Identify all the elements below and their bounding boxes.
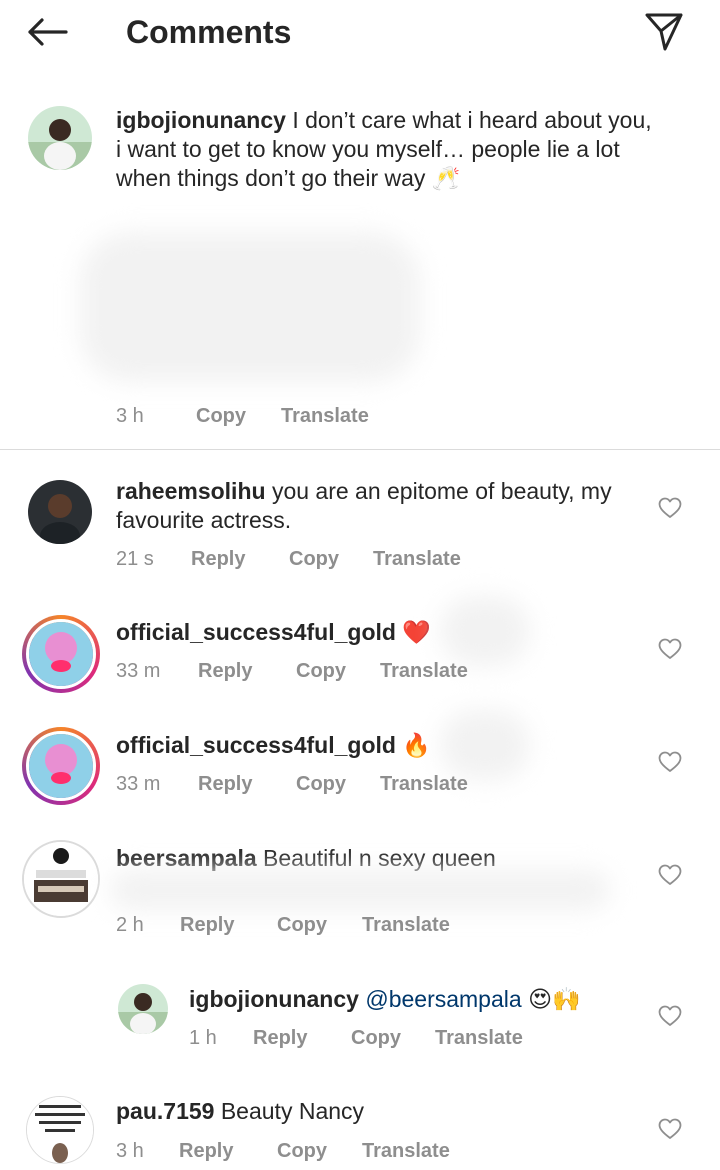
translate-button[interactable]: Translate [380,659,468,683]
avatar[interactable] [28,480,92,544]
comment-meta: 21 s Reply Copy Translate [116,547,516,571]
comment-meta: 33 m Reply Copy Translate [116,772,516,796]
copy-button[interactable]: Copy [277,913,327,937]
page-title: Comments [126,14,292,50]
avatar[interactable] [22,840,100,918]
comment-text: beersampala Beautiful n sexy queen [116,844,636,873]
heart-icon[interactable] [658,638,682,660]
comment-body: ❤️ [402,619,431,645]
comment-meta: 1 h Reply Copy Translate [189,1026,589,1050]
comment-username[interactable]: official_success4ful_gold [116,619,396,645]
post-caption: igbojionunancy I don’t care what i heard… [0,92,720,450]
comment-text: pau.7159 Beauty Nancy [116,1097,636,1126]
comment-body: Beautiful n sexy queen [263,845,496,871]
translate-button[interactable]: Translate [435,1026,523,1050]
arrow-left-icon [28,18,68,46]
heart-icon[interactable] [658,751,682,773]
comment-time: 3 h [116,1140,144,1162]
comment-time: 33 m [116,660,161,682]
reply-button[interactable]: Reply [180,913,234,937]
comment-username[interactable]: beersampala [116,845,257,871]
copy-button[interactable]: Copy [196,404,246,428]
copy-button[interactable]: Copy [351,1026,401,1050]
copy-button[interactable]: Copy [296,772,346,796]
avatar[interactable] [28,106,92,170]
comment-meta: 33 m Reply Copy Translate [116,659,516,683]
back-button[interactable] [26,12,72,52]
comment-text: igbojionunancy @beersampala 😍🙌 [189,985,639,1014]
comment-text: raheemsolihu you are an epitome of beaut… [116,477,636,535]
heart-icon[interactable] [658,497,682,519]
reply-button[interactable]: Reply [179,1139,233,1163]
comment-meta: 2 h Reply Copy Translate [116,913,516,937]
caption-text: igbojionunancy I don’t care what i heard… [116,106,656,193]
comment-username[interactable]: official_success4ful_gold [116,732,396,758]
send-icon [645,13,683,51]
comment-text: official_success4ful_gold ❤️ [116,618,636,647]
avatar[interactable] [26,1096,94,1164]
comment-meta: 3 h Reply Copy Translate [116,1139,516,1163]
comment-username[interactable]: raheemsolihu [116,478,266,504]
avatar[interactable] [22,727,100,805]
caption-meta: 3 h Copy Translate [116,404,516,428]
heart-icon[interactable] [658,864,682,886]
translate-button[interactable]: Translate [362,913,450,937]
comment-time: 1 h [189,1027,217,1049]
copy-button[interactable]: Copy [277,1139,327,1163]
translate-button[interactable]: Translate [373,547,461,571]
reply-button[interactable]: Reply [198,772,252,796]
mention-link[interactable]: @beersampala [365,986,521,1012]
translate-button[interactable]: Translate [380,772,468,796]
copy-button[interactable]: Copy [289,547,339,571]
top-bar: Comments [0,0,720,64]
comment-username[interactable]: igbojionunancy [189,986,359,1012]
comment-text: official_success4ful_gold 🔥 [116,731,636,760]
heart-icon[interactable] [658,1118,682,1140]
reply-button[interactable]: Reply [191,547,245,571]
avatar[interactable] [118,984,168,1034]
blurred-region [110,870,610,910]
copy-button[interactable]: Copy [296,659,346,683]
share-button[interactable] [642,10,686,54]
avatar[interactable] [22,615,100,693]
comment-time: 21 s [116,548,154,570]
heart-icon[interactable] [658,1005,682,1027]
comment-body: 😍🙌 [528,986,581,1012]
comment-time: 33 m [116,773,161,795]
comment-body: 🔥 [402,732,431,758]
translate-button[interactable]: Translate [281,404,369,428]
reply-button[interactable]: Reply [253,1026,307,1050]
comment-username[interactable]: pau.7159 [116,1098,214,1124]
caption-time: 3 h [116,405,144,427]
blurred-region [440,710,530,780]
caption-username[interactable]: igbojionunancy [116,107,286,133]
comment-body: Beauty Nancy [220,1098,365,1124]
blurred-region [80,232,420,382]
translate-button[interactable]: Translate [362,1139,450,1163]
blurred-region [440,596,530,666]
comment-time: 2 h [116,914,144,936]
reply-button[interactable]: Reply [198,659,252,683]
